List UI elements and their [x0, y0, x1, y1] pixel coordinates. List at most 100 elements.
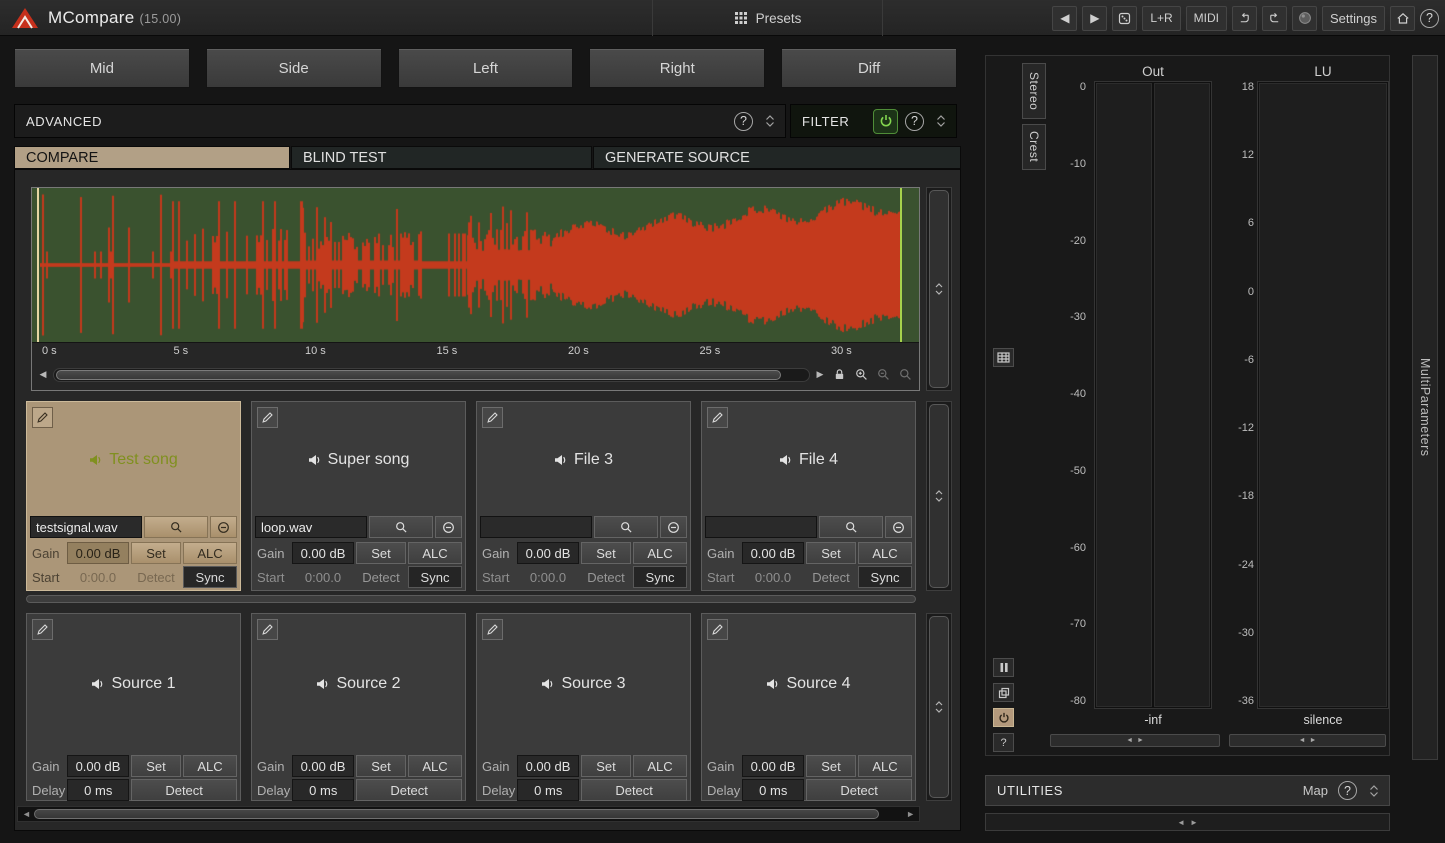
sync-button[interactable]: Sync [633, 566, 687, 588]
meter-help-button[interactable]: ? [993, 733, 1014, 752]
files-horizontal-scrollbar[interactable] [26, 595, 916, 603]
sources-vertical-scrollbar[interactable] [926, 613, 952, 801]
gain-set-button[interactable]: Set [581, 542, 631, 564]
prev-preset-button[interactable]: ◀ [1052, 5, 1078, 31]
advanced-collapse-button[interactable] [763, 114, 777, 128]
file-slot-4[interactable]: File 4 Gain 0.00 dB Set ALC Start 0:00.0… [701, 401, 916, 591]
start-value[interactable]: 0:00.0 [517, 566, 579, 588]
filename-input[interactable] [255, 516, 367, 538]
detect-button[interactable]: Detect [356, 566, 406, 588]
advanced-bar[interactable]: ADVANCED ? [14, 104, 786, 138]
channel-mid-button[interactable]: Mid [14, 48, 190, 88]
alc-button[interactable]: ALC [858, 542, 912, 564]
gain-value[interactable]: 0.00 dB [292, 542, 354, 564]
settings-button[interactable]: Settings [1322, 5, 1385, 31]
tab-compare[interactable]: COMPARE [14, 146, 290, 169]
file-slot-title[interactable]: Super song [252, 410, 465, 510]
gain-value[interactable]: 0.00 dB [517, 542, 579, 564]
advanced-help-button[interactable]: ? [734, 111, 753, 131]
detect-button[interactable]: Detect [131, 779, 237, 801]
zoom-in-button[interactable] [852, 366, 870, 384]
multiparameters-rail[interactable]: MultiParameters [1412, 55, 1438, 760]
waveform-area[interactable] [32, 188, 919, 343]
scroll-thumb[interactable] [34, 809, 879, 819]
source-slot-title[interactable]: Source 3 [477, 620, 690, 748]
waveform-vertical-scrollbar[interactable] [926, 187, 952, 391]
detect-button[interactable]: Detect [581, 566, 631, 588]
scroll-right-button[interactable]: ► [906, 809, 915, 819]
alc-button[interactable]: ALC [633, 542, 687, 564]
delay-value[interactable]: 0 ms [292, 779, 355, 801]
start-value[interactable]: 0:00.0 [292, 566, 354, 588]
zoom-reset-button[interactable] [896, 366, 914, 384]
gain-set-button[interactable]: Set [581, 755, 631, 777]
remove-file-button[interactable] [885, 516, 912, 538]
meter-settings-button[interactable] [993, 348, 1014, 367]
source-slot-4[interactable]: Source 4 Gain 0.00 dB Set ALC Delay 0 ms… [701, 613, 916, 801]
remove-file-button[interactable] [210, 516, 237, 538]
help-button[interactable]: ? [1420, 8, 1439, 28]
file-slot-title[interactable]: File 3 [477, 410, 690, 510]
alc-button[interactable]: ALC [633, 755, 687, 777]
gain-value[interactable]: 0.00 dB [517, 755, 579, 777]
meter-power-button[interactable] [993, 708, 1014, 727]
detect-button[interactable]: Detect [131, 566, 181, 588]
browse-button[interactable] [369, 516, 433, 538]
file-slot-title[interactable]: File 4 [702, 410, 915, 510]
sync-button[interactable]: Sync [858, 566, 912, 588]
gain-set-button[interactable]: Set [131, 755, 181, 777]
sync-button[interactable]: Sync [183, 566, 237, 588]
browse-button[interactable] [594, 516, 658, 538]
waveform-display[interactable]: 0 s5 s 10 s 15 s 20 s 25 s 30 s ◀ ▶ [31, 187, 920, 391]
alc-button[interactable]: ALC [408, 542, 462, 564]
zoom-out-button[interactable] [874, 366, 892, 384]
tab-generate-source[interactable]: GENERATE SOURCE [593, 146, 961, 169]
presets-button[interactable]: Presets [652, 0, 883, 36]
remove-file-button[interactable] [435, 516, 462, 538]
scroll-track[interactable] [53, 367, 810, 382]
browse-button[interactable] [144, 516, 208, 538]
source-slot-2[interactable]: Source 2 Gain 0.00 dB Set ALC Delay 0 ms… [251, 613, 466, 801]
detect-button[interactable]: Detect [581, 779, 687, 801]
filename-input[interactable] [30, 516, 142, 538]
detect-button[interactable]: Detect [356, 779, 462, 801]
melda-logo-icon[interactable] [10, 6, 40, 30]
gain-set-button[interactable]: Set [356, 542, 406, 564]
utilities-collapse-button[interactable] [1367, 784, 1381, 798]
gain-set-button[interactable]: Set [806, 542, 856, 564]
detect-button[interactable]: Detect [806, 566, 856, 588]
alc-button[interactable]: ALC [858, 755, 912, 777]
gain-value[interactable]: 0.00 dB [67, 542, 129, 564]
waveform-scrollbar[interactable]: ◀ ▶ [32, 361, 919, 388]
gain-value[interactable]: 0.00 dB [67, 755, 129, 777]
scroll-right-button[interactable]: ▶ [814, 369, 826, 380]
lu-meter[interactable] [1257, 81, 1389, 709]
gain-value[interactable]: 0.00 dB [292, 755, 354, 777]
alc-button[interactable]: ALC [183, 542, 237, 564]
random-preset-button[interactable] [1112, 5, 1138, 31]
filter-help-button[interactable]: ? [905, 111, 924, 131]
filename-input[interactable] [705, 516, 817, 538]
files-vertical-scrollbar[interactable] [926, 401, 952, 591]
file-slot-title[interactable]: Test song [27, 410, 240, 510]
alc-button[interactable]: ALC [183, 755, 237, 777]
popout-button[interactable] [993, 683, 1014, 702]
out-meter[interactable] [1094, 81, 1212, 709]
file-slot-3[interactable]: File 3 Gain 0.00 dB Set ALC Start 0:00.0… [476, 401, 691, 591]
source-slot-1[interactable]: Source 1 Gain 0.00 dB Set ALC Delay 0 ms… [26, 613, 241, 801]
delay-value[interactable]: 0 ms [742, 779, 805, 801]
gain-set-button[interactable]: Set [806, 755, 856, 777]
source-slot-title[interactable]: Source 1 [27, 620, 240, 748]
filter-collapse-button[interactable] [934, 114, 948, 128]
channel-side-button[interactable]: Side [205, 48, 382, 88]
utilities-bar[interactable]: UTILITIES Map ? [985, 775, 1390, 806]
filter-bar[interactable]: FILTER ? [790, 104, 957, 138]
source-slot-3[interactable]: Source 3 Gain 0.00 dB Set ALC Delay 0 ms… [476, 613, 691, 801]
gain-set-button[interactable]: Set [131, 542, 181, 564]
main-horizontal-scrollbar[interactable]: ◄ ► [17, 806, 920, 822]
channel-right-button[interactable]: Right [589, 48, 766, 88]
gain-set-button[interactable]: Set [356, 755, 406, 777]
waveform-canvas[interactable] [40, 190, 900, 340]
sync-button[interactable]: Sync [408, 566, 462, 588]
map-button[interactable]: Map [1303, 783, 1328, 798]
